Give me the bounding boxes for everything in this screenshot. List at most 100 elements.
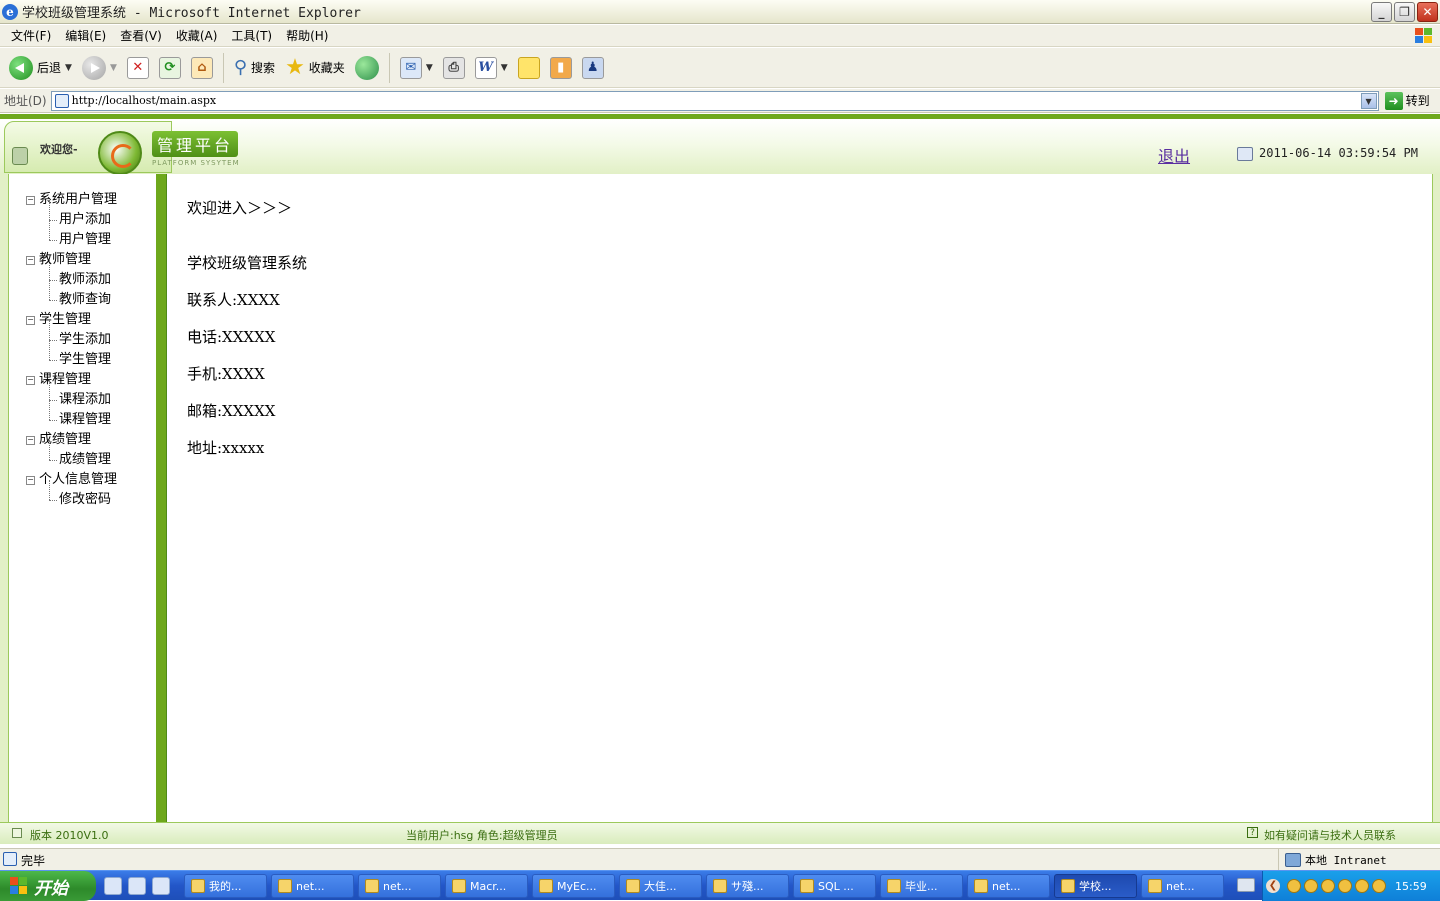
mail-icon: ✉: [399, 56, 422, 79]
nav-grade-manage[interactable]: 成绩管理: [24, 440, 117, 470]
task-button[interactable]: net...: [358, 874, 441, 898]
nav-course-manage[interactable]: 课程管理: [24, 400, 117, 430]
task-label: net...: [1166, 879, 1195, 893]
tree-node-label: 成绩管理: [39, 432, 92, 447]
maximize-button[interactable]: ❐: [1394, 2, 1415, 22]
task-button[interactable]: 大佳...: [619, 874, 702, 898]
nav-course-add[interactable]: 课程添加: [24, 380, 117, 410]
tree-node-grades[interactable]: − 成绩管理: [24, 430, 117, 450]
tree-node-label: 学生管理: [39, 312, 92, 327]
tree-node-personal[interactable]: − 个人信息管理: [24, 470, 117, 490]
menu-bar: 文件(F) 编辑(E) 查看(V) 收藏(A) 工具(T) 帮助(H): [0, 25, 1440, 47]
tray-app-icon[interactable]: [1321, 879, 1335, 893]
forward-dropdown-icon[interactable]: ▼: [110, 63, 117, 73]
collapse-toggle-icon[interactable]: −: [26, 436, 35, 445]
sidebar-splitter[interactable]: [156, 174, 167, 822]
menu-favorites[interactable]: 收藏(A): [169, 26, 225, 46]
user-icon: [12, 147, 28, 165]
task-app-icon: [539, 879, 553, 893]
keyboard-icon[interactable]: [1237, 878, 1255, 892]
nav-change-password[interactable]: 修改密码: [24, 480, 117, 510]
go-button[interactable]: ➜ 转到: [1384, 91, 1430, 110]
task-app-icon: [974, 879, 988, 893]
security-shield-icon[interactable]: [1355, 879, 1369, 893]
tree-node-label: 课程管理: [39, 372, 92, 387]
close-button[interactable]: ✕: [1417, 2, 1438, 22]
menu-view[interactable]: 查看(V): [113, 26, 169, 46]
task-label: net...: [992, 879, 1021, 893]
task-button[interactable]: SQL ...: [793, 874, 876, 898]
network-icon[interactable]: [1338, 879, 1352, 893]
search-button[interactable]: ⚲ 搜索: [231, 51, 278, 85]
address-dropdown-icon[interactable]: ▼: [1360, 92, 1377, 109]
start-button[interactable]: 开始: [0, 871, 96, 901]
media-player-icon[interactable]: [152, 877, 170, 895]
back-button[interactable]: 后退 ▼: [6, 51, 75, 85]
research-button[interactable]: ▮: [547, 51, 575, 85]
messenger-button[interactable]: ♟: [579, 51, 607, 85]
menu-tools[interactable]: 工具(T): [224, 26, 279, 46]
tray-app-icon[interactable]: [1372, 879, 1386, 893]
tree-node-teachers[interactable]: − 教师管理: [24, 250, 117, 270]
tray-app-icon[interactable]: [1304, 879, 1318, 893]
refresh-button[interactable]: ⟳: [156, 51, 184, 85]
collapse-toggle-icon[interactable]: −: [26, 376, 35, 385]
address-bar: 地址(D) http://localhost/main.aspx ▼ ➜ 转到: [0, 89, 1440, 113]
task-button[interactable]: サ殘...: [706, 874, 789, 898]
minimize-button[interactable]: _: [1371, 2, 1392, 22]
go-arrow-icon: ➜: [1384, 91, 1403, 110]
task-button[interactable]: 毕业...: [880, 874, 963, 898]
show-desktop-icon[interactable]: [104, 877, 122, 895]
ie-quicklaunch-icon[interactable]: [128, 877, 146, 895]
nav-user-add[interactable]: 用户添加: [24, 200, 117, 230]
collapse-toggle-icon[interactable]: −: [26, 316, 35, 325]
menu-edit[interactable]: 编辑(E): [58, 26, 113, 46]
clock[interactable]: 15:59: [1395, 880, 1427, 893]
collapse-toggle-icon[interactable]: −: [26, 196, 35, 205]
mail-button[interactable]: ✉ ▼: [397, 51, 436, 85]
task-label: net...: [383, 879, 412, 893]
menu-file[interactable]: 文件(F): [4, 26, 58, 46]
collapse-toggle-icon[interactable]: −: [26, 256, 35, 265]
task-label: 我的...: [209, 880, 242, 893]
task-button[interactable]: Macr...: [445, 874, 528, 898]
task-button[interactable]: net...: [967, 874, 1050, 898]
task-button[interactable]: net...: [1141, 874, 1224, 898]
nav-teacher-add[interactable]: 教师添加: [24, 260, 117, 290]
edit-word-button[interactable]: W ▼: [472, 51, 511, 85]
logout-link[interactable]: 退出: [1158, 143, 1190, 167]
stop-button[interactable]: ✕: [124, 51, 152, 85]
tray-expand-icon[interactable]: ❮: [1266, 879, 1280, 893]
history-button[interactable]: [352, 51, 382, 85]
task-button[interactable]: net...: [271, 874, 354, 898]
edit-dropdown-icon[interactable]: ▼: [501, 63, 508, 73]
nav-teacher-query[interactable]: 教师查询: [24, 280, 117, 310]
nav-student-manage[interactable]: 学生管理: [24, 340, 117, 370]
tray-app-icon[interactable]: [1287, 879, 1301, 893]
tree-node-courses[interactable]: − 课程管理: [24, 370, 117, 390]
back-dropdown-icon[interactable]: ▼: [65, 63, 72, 73]
tree-node-system-users[interactable]: − 系统用户管理: [24, 190, 117, 210]
tree-node-students[interactable]: − 学生管理: [24, 310, 117, 330]
security-zone[interactable]: 本地 Intranet: [1278, 849, 1387, 871]
nav-user-manage[interactable]: 用户管理: [24, 220, 117, 250]
task-label: MyEc...: [557, 879, 597, 893]
favorites-button[interactable]: ★ 收藏夹: [282, 51, 348, 85]
forward-button[interactable]: ▼: [79, 51, 120, 85]
toolbar-separator: [222, 52, 224, 83]
task-label: 毕业...: [905, 880, 938, 893]
menu-help[interactable]: 帮助(H): [279, 26, 335, 46]
collapse-toggle-icon[interactable]: −: [26, 476, 35, 485]
print-button[interactable]: ⎙: [440, 51, 468, 85]
favorites-star-icon: ★: [285, 54, 305, 80]
mail-dropdown-icon[interactable]: ▼: [426, 63, 433, 73]
home-button[interactable]: ⌂: [188, 51, 216, 85]
back-label: 后退: [37, 61, 62, 75]
task-button[interactable]: 我的...: [184, 874, 267, 898]
task-label: Macr...: [470, 879, 507, 893]
task-button-active[interactable]: 学校...: [1054, 874, 1137, 898]
nav-student-add[interactable]: 学生添加: [24, 320, 117, 350]
address-input[interactable]: http://localhost/main.aspx ▼: [50, 90, 1379, 111]
task-button[interactable]: MyEc...: [532, 874, 615, 898]
note-button[interactable]: [515, 51, 543, 85]
